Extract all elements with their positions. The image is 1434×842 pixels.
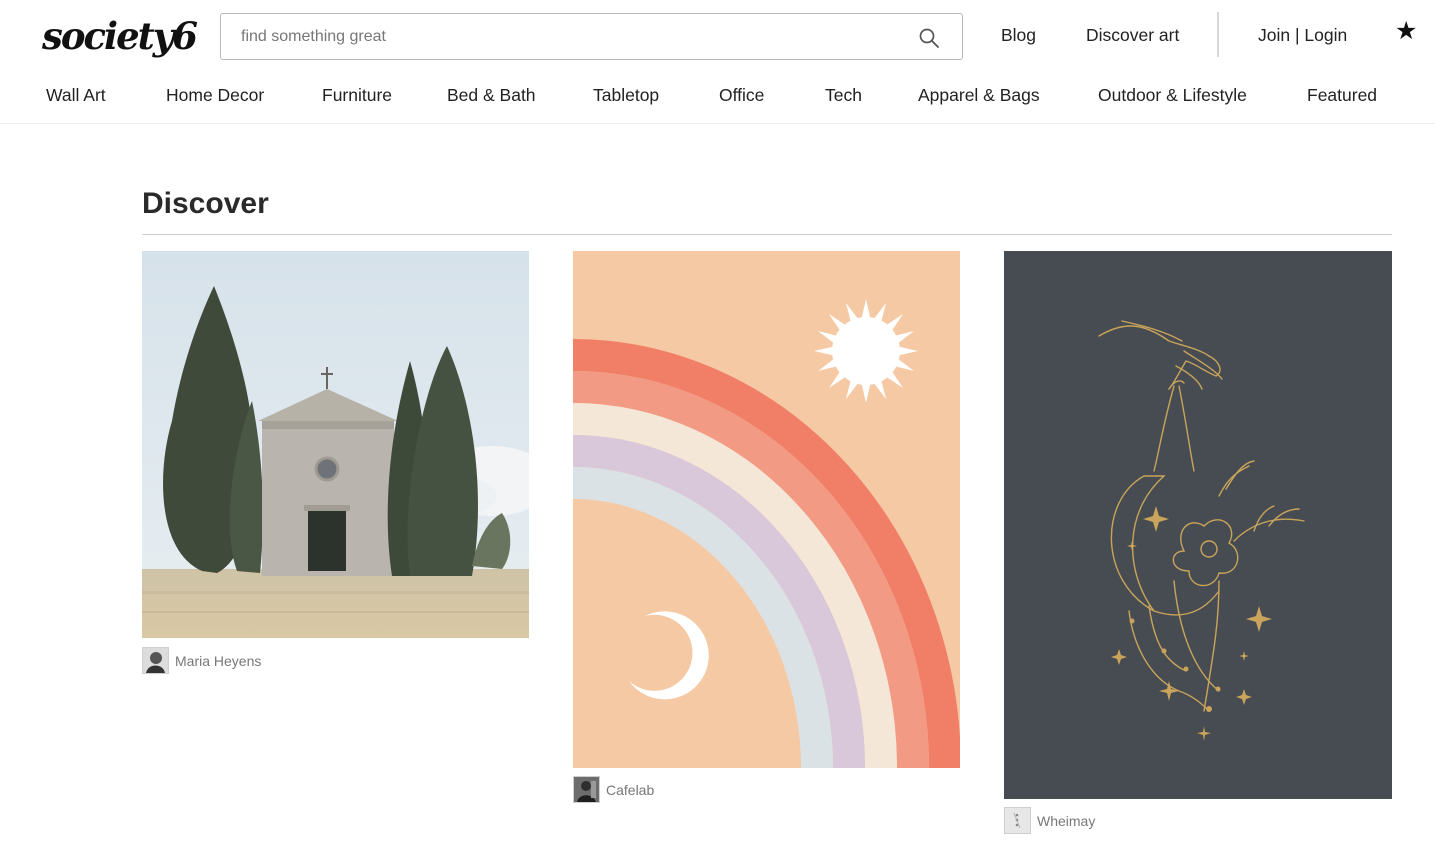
avatar xyxy=(573,776,600,803)
discover-art-link[interactable]: Discover art xyxy=(1086,24,1179,46)
nav-featured[interactable]: Featured xyxy=(1307,84,1377,106)
nav-bed-bath[interactable]: Bed & Bath xyxy=(447,84,536,106)
page-title: Discover xyxy=(142,187,269,220)
nav-wall-art[interactable]: Wall Art xyxy=(46,84,106,106)
star-icon[interactable]: ★ xyxy=(1395,18,1417,44)
artwork-rainbow[interactable] xyxy=(573,251,960,768)
artwork-celestial-hand[interactable] xyxy=(1004,251,1392,799)
blog-link[interactable]: Blog xyxy=(1001,24,1036,46)
search-box[interactable] xyxy=(220,13,963,60)
nav-tech[interactable]: Tech xyxy=(825,84,862,106)
search-icon[interactable] xyxy=(918,27,940,49)
site-header: society6 Blog Discover art Join | Login … xyxy=(0,0,1434,124)
artist-name: Maria Heyens xyxy=(175,652,262,669)
artist-name: Cafelab xyxy=(606,781,655,798)
artist-link-3[interactable]: Wheimay xyxy=(1004,807,1095,834)
nav-outdoor-lifestyle[interactable]: Outdoor & Lifestyle xyxy=(1098,84,1247,106)
avatar xyxy=(142,647,169,674)
join-login-link[interactable]: Join | Login xyxy=(1258,24,1347,46)
artist-name: Wheimay xyxy=(1037,812,1096,829)
nav-home-decor[interactable]: Home Decor xyxy=(166,84,264,106)
header-divider xyxy=(1217,12,1219,57)
nav-tabletop[interactable]: Tabletop xyxy=(593,84,659,106)
artist-link-2[interactable]: Cafelab xyxy=(573,776,654,803)
society6-logo[interactable]: society6 xyxy=(42,14,198,58)
nav-furniture[interactable]: Furniture xyxy=(322,84,392,106)
artwork-chapel[interactable] xyxy=(142,251,529,638)
nav-apparel-bags[interactable]: Apparel & Bags xyxy=(918,84,1040,106)
avatar xyxy=(1004,807,1031,834)
search-input[interactable] xyxy=(221,14,911,59)
artist-link-1[interactable]: Maria Heyens xyxy=(142,647,261,674)
title-divider xyxy=(142,234,1392,235)
nav-office[interactable]: Office xyxy=(719,84,764,106)
